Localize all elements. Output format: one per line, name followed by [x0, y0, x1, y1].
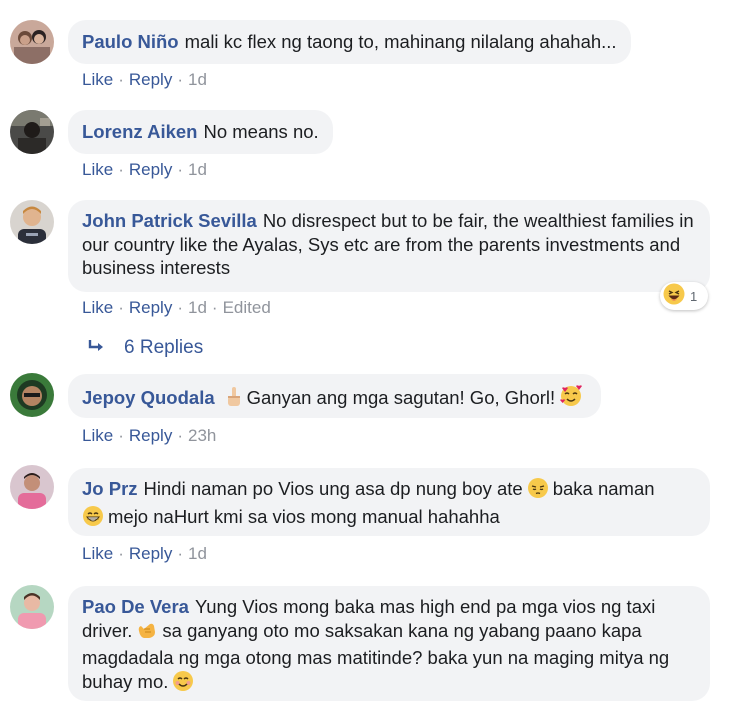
laughing-emoji-icon [663, 283, 685, 310]
smiling-face-with-hearts-emoji-icon [559, 384, 583, 414]
like-link[interactable]: Like [82, 70, 113, 89]
comment-text: sa ganyang oto mo saksakan kana ng yaban… [82, 619, 670, 692]
comment-author[interactable]: John Patrick Sevilla [82, 210, 257, 231]
view-replies-link[interactable]: 6 Replies [88, 337, 203, 359]
comment-author[interactable]: Jepoy Quodala [82, 387, 215, 408]
comment-actions: Like · Reply · 1d [82, 70, 207, 90]
comment-text: No means no. [203, 121, 319, 142]
comment-actions: Like · Reply · 23h [82, 426, 216, 446]
comment-text: baka naman [552, 478, 655, 499]
comment-bubble: John Patrick Sevilla No disrespect but to… [68, 200, 710, 292]
separator: · [118, 426, 124, 445]
reaction-count: 1 [690, 288, 698, 304]
like-link[interactable]: Like [82, 426, 113, 445]
comment-bubble: Paulo Niño mali kc flex ng taong to, mahi… [68, 20, 631, 64]
comment-bubble: Lorenz Aiken No means no. [68, 110, 333, 154]
pointing-up-emoji-icon [225, 386, 243, 414]
comment-author[interactable]: Jo Prz [82, 478, 138, 499]
reply-link[interactable]: Reply [129, 544, 172, 563]
comment-time[interactable]: 1d [188, 298, 207, 317]
like-link[interactable]: Like [82, 160, 113, 179]
avatar[interactable] [10, 373, 54, 417]
reply-link[interactable]: Reply [129, 70, 172, 89]
edited-label[interactable]: Edited [223, 298, 271, 317]
avatar[interactable] [10, 110, 54, 154]
like-link[interactable]: Like [82, 544, 113, 563]
separator: · [177, 160, 183, 179]
separator: · [118, 70, 124, 89]
comment-text: mejo naHurt kmi sa vios mong manual haha… [108, 505, 500, 527]
comment-bubble: Jepoy Quodala Ganyan ang mga sagutan! Go,… [68, 374, 602, 418]
avatar[interactable] [10, 465, 54, 509]
reply-link[interactable]: Reply [129, 160, 172, 179]
comment-time[interactable]: 23h [188, 426, 216, 445]
comment-bubble: Pao De Vera Yung Vios mong baka mas high … [68, 586, 710, 701]
separator: · [118, 544, 124, 563]
separator: · [118, 298, 124, 317]
comment-time[interactable]: 1d [188, 70, 207, 89]
call-me-hand-emoji-icon [136, 619, 158, 647]
separator: · [177, 70, 183, 89]
avatar[interactable] [10, 585, 54, 629]
separator: · [118, 160, 124, 179]
reply-link[interactable]: Reply [129, 426, 172, 445]
avatar[interactable] [10, 20, 54, 64]
grinning-face-emoji-icon [82, 505, 104, 533]
separator: · [177, 298, 183, 317]
replies-count-label: 6 Replies [124, 337, 204, 358]
separator: · [177, 426, 183, 445]
comment-actions: Like · Reply · 1d [82, 544, 207, 564]
comment-actions: Like · Reply · 1d · Edited [82, 298, 271, 318]
comment-text: mali kc flex ng taong to, mahinang nilal… [184, 31, 617, 52]
comment-author[interactable]: Pao De Vera [82, 596, 189, 617]
smiling-face-emoji-icon [172, 670, 194, 698]
comment-author[interactable]: Paulo Niño [82, 31, 179, 52]
reply-link[interactable]: Reply [129, 298, 172, 317]
comment-text: Hindi naman po Vios ung asa dp nung boy … [143, 478, 523, 499]
like-link[interactable]: Like [82, 298, 113, 317]
reply-arrow-icon [88, 337, 106, 359]
separator: · [177, 544, 183, 563]
comment-text: Ganyan ang mga sagutan! Go, Ghorl! [246, 387, 556, 408]
reaction-badge[interactable]: 1 [660, 282, 708, 310]
pensive-face-emoji-icon [527, 477, 549, 505]
comment-time[interactable]: 1d [188, 544, 207, 563]
comment-time[interactable]: 1d [188, 160, 207, 179]
comment-actions: Like · Reply · 1d [82, 160, 207, 180]
comment-author[interactable]: Lorenz Aiken [82, 121, 197, 142]
comment-bubble: Jo Prz Hindi naman po Vios ung asa dp nun… [68, 468, 710, 536]
separator: · [211, 298, 218, 317]
avatar[interactable] [10, 200, 54, 244]
